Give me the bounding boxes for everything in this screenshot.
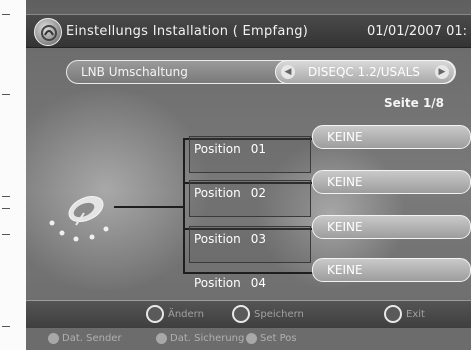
page-indicator: Seite 1/8 [384, 96, 445, 110]
hint-bar: Ändern Speichern Exit [26, 300, 471, 328]
position-text: Position [194, 276, 241, 290]
date-time: 01/01/2007 01: [367, 24, 467, 39]
margin-mark [2, 14, 10, 15]
position-number: 04 [250, 276, 267, 290]
lnb-switching-row[interactable]: LNB Umschaltung ◀ DISEQC 1.2/USALS ▶ [66, 60, 456, 84]
position-label-1: Position 01 [194, 142, 266, 156]
lnb-switching-value: DISEQC 1.2/USALS [308, 65, 420, 79]
menu-button-icon [232, 305, 250, 323]
hint-save: Speichern [254, 309, 304, 320]
green-key-icon [156, 333, 167, 344]
position-number: 02 [250, 186, 267, 200]
lnb-switching-label: LNB Umschaltung [81, 65, 188, 79]
red-key-icon [48, 333, 59, 344]
position-text: Position [194, 232, 241, 246]
tv-screen: Einstellungs Installation ( Empfang) 01/… [26, 0, 471, 350]
lnb-switching-selector[interactable]: ◀ DISEQC 1.2/USALS ▶ [275, 60, 455, 84]
hint-change: Ändern [168, 309, 204, 320]
position-1-value-field[interactable]: KEINE [312, 125, 471, 149]
arrow-left-icon[interactable]: ◀ [281, 65, 295, 79]
position-number: 03 [250, 232, 267, 246]
margin-mark [2, 94, 10, 95]
position-number: 01 [250, 142, 267, 156]
yellow-key-icon [246, 333, 257, 344]
title-bar: Einstellungs Installation ( Empfang) 01/… [26, 14, 471, 48]
tree-connector [183, 138, 185, 274]
color-key-bar: Dat. Sender Dat. Sicherung Set Pos [26, 328, 471, 350]
margin-mark [2, 208, 10, 209]
page-margin [0, 0, 26, 350]
margin-mark [2, 234, 10, 235]
arrow-right-icon[interactable]: ▶ [435, 65, 449, 79]
page-title: Einstellungs Installation ( Empfang) [66, 24, 309, 39]
position-2-value-field[interactable]: KEINE [312, 170, 471, 194]
hint-red: Dat. Sender [62, 333, 122, 344]
tree-connector [183, 272, 313, 274]
settings-logo-icon [34, 18, 62, 46]
position-text: Position [194, 186, 241, 200]
position-label-4: Position 04 [194, 276, 266, 290]
margin-mark [2, 196, 10, 197]
position-label-2: Position 02 [194, 186, 266, 200]
hint-green: Dat. Sicherung [170, 333, 245, 344]
position-4-value-field[interactable]: KEINE [312, 258, 471, 282]
position-3-value-field[interactable]: KEINE [312, 215, 471, 239]
exit-button-icon [384, 305, 402, 323]
position-label-3: Position 03 [194, 232, 266, 246]
satellite-dish-icon [49, 195, 109, 242]
ok-button-icon [146, 305, 164, 323]
hint-exit: Exit [406, 309, 425, 320]
hint-yellow: Set Pos [260, 333, 297, 344]
position-text: Position [194, 142, 241, 156]
margin-mark [2, 326, 10, 327]
